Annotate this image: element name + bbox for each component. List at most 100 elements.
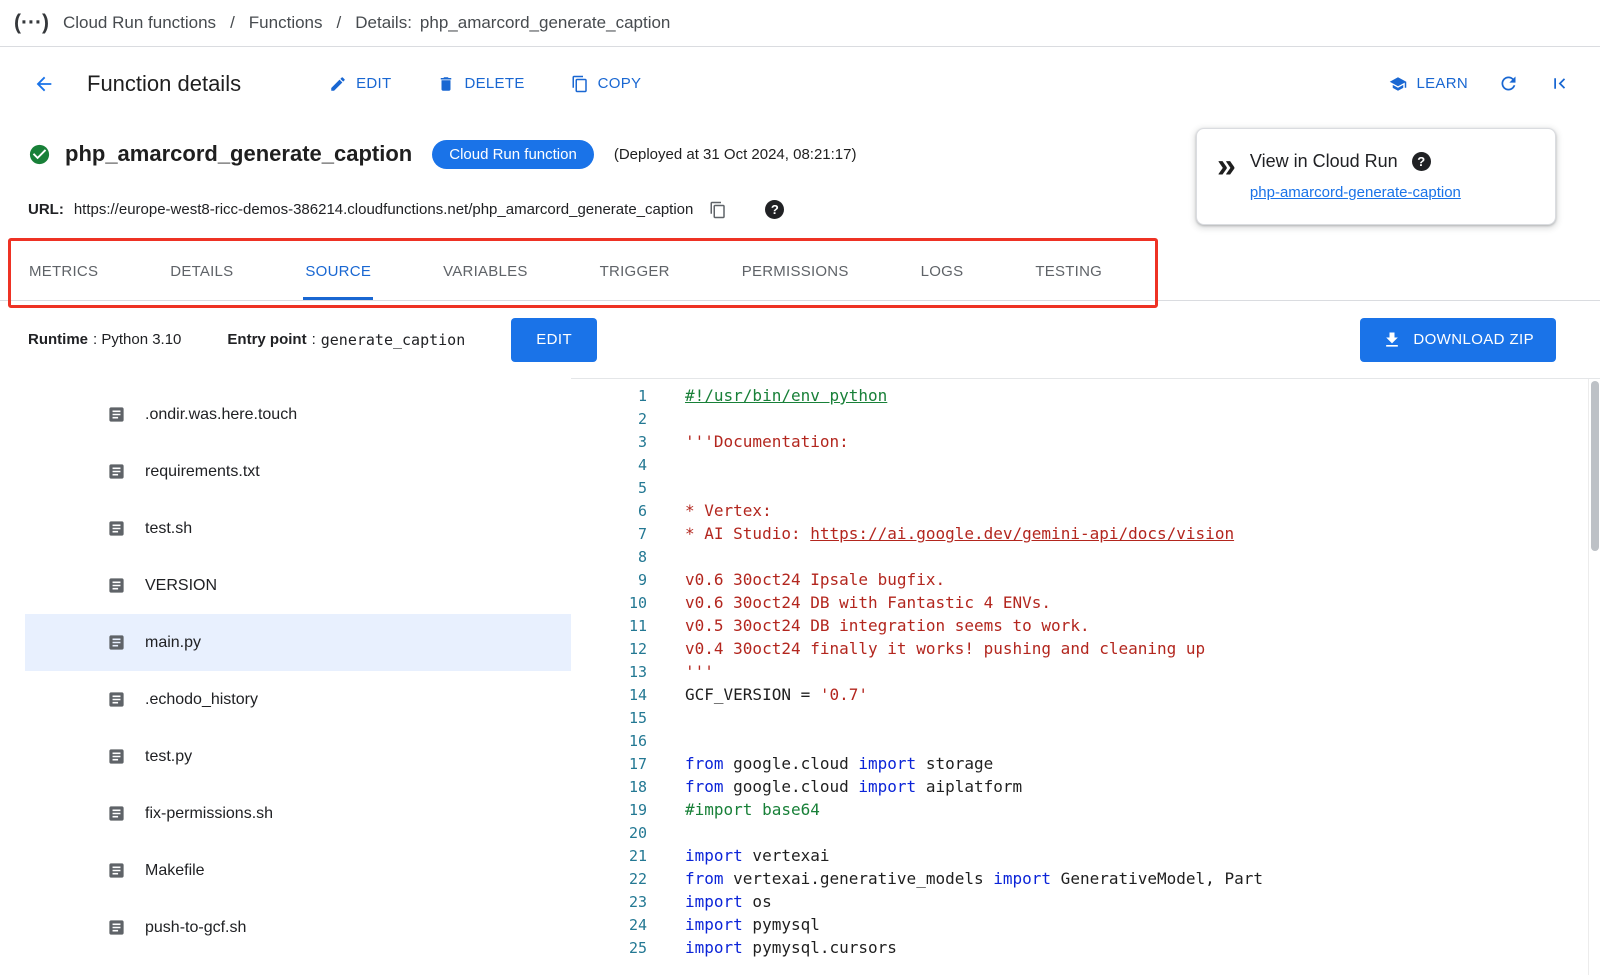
cloud-run-card-body: View in Cloud Run ? php-amarcord-generat… (1250, 151, 1461, 202)
line-number: 25 (571, 939, 647, 957)
code-line: 19#import base64 (571, 798, 1600, 821)
cloud-run-help-icon[interactable]: ? (1412, 152, 1431, 171)
code-text: import vertexai (685, 846, 830, 865)
line-number: 21 (571, 847, 647, 865)
tab-source[interactable]: SOURCE (303, 245, 373, 300)
breadcrumb-function-name: php_amarcord_generate_caption (420, 13, 670, 33)
tab-bar: METRICS DETAILS SOURCE VARIABLES TRIGGER PERM… (0, 245, 1600, 301)
line-number: 15 (571, 709, 647, 727)
code-line: 21 import vertexai (571, 844, 1600, 867)
cloud-functions-logo-icon: (···) (14, 11, 49, 35)
tab-logs[interactable]: LOGS (919, 245, 966, 300)
tab-details[interactable]: DETAILS (168, 245, 235, 300)
deployed-timestamp: (Deployed at 31 Oct 2024, 08:21:17) (614, 146, 857, 163)
line-number: 12 (571, 640, 647, 658)
code-line: 4 (571, 453, 1600, 476)
status-ok-icon (28, 143, 51, 166)
line-number: 23 (571, 893, 647, 911)
top-bar: (···) Cloud Run functions / Functions / … (0, 0, 1600, 47)
code-text: import pymysql (685, 915, 820, 934)
download-zip-button[interactable]: DOWNLOAD ZIP (1360, 318, 1556, 362)
edit-source-button[interactable]: EDIT (511, 318, 597, 362)
editor-scrollbar[interactable] (1588, 379, 1600, 975)
trash-icon (437, 75, 455, 93)
code-line: 18 from google.cloud import aiplatform (571, 775, 1600, 798)
url-help-icon[interactable]: ? (765, 200, 784, 219)
code-text: v0.5 30oct24 DB integration seems to wor… (685, 616, 1090, 635)
code-line: 10v0.6 30oct24 DB with Fantastic 4 ENVs. (571, 591, 1600, 614)
runtime-label: Runtime (28, 331, 88, 348)
code-text: from google.cloud import storage (685, 754, 993, 773)
tab-trigger[interactable]: TRIGGER (598, 245, 672, 300)
breadcrumb: Cloud Run functions / Functions / Detail… (63, 13, 670, 33)
breadcrumb-details-label: Details: (355, 13, 412, 33)
code-line: 17from google.cloud import storage (571, 752, 1600, 775)
learn-button[interactable]: LEARN (1389, 75, 1468, 93)
code-text: v0.4 30oct24 finally it works! pushing a… (685, 639, 1205, 658)
cloud-run-service-link[interactable]: php-amarcord-generate-caption (1250, 184, 1461, 201)
refresh-button[interactable] (1498, 73, 1519, 94)
code-text: '''Documentation: (685, 432, 849, 451)
code-line: 12 v0.4 30oct24 finally it works! pushing… (571, 637, 1600, 660)
breadcrumb-functions[interactable]: Functions (249, 13, 323, 33)
file-document-icon (107, 804, 126, 823)
code-editor[interactable]: 1#!/usr/bin/env python23'''Documentation… (571, 378, 1600, 975)
edit-button[interactable]: EDIT (329, 75, 391, 93)
file-item-requirements.txt[interactable]: requirements.txt (25, 443, 571, 500)
copy-button[interactable]: COPY (571, 75, 642, 93)
code-text: #!/usr/bin/env python (685, 386, 887, 405)
tab-testing[interactable]: TESTING (1033, 245, 1104, 300)
code-line: 24import pymysql (571, 913, 1600, 936)
file-item-test.py[interactable]: test.py (25, 728, 571, 785)
function-header: php_amarcord_generate_caption Cloud Run … (0, 120, 1600, 245)
source-toolbar: Runtime : Python 3.10 Entry point : gene… (0, 301, 1600, 378)
file-name: test.py (145, 748, 192, 766)
back-button[interactable] (33, 73, 55, 95)
code-line: 16 (571, 729, 1600, 752)
file-name: .echodo_history (145, 691, 258, 709)
file-item-main.py[interactable]: main.py (25, 614, 571, 671)
header-actions: EDIT DELETE COPY (329, 75, 641, 93)
code-text: * Vertex: (685, 501, 772, 520)
file-document-icon (107, 405, 126, 424)
arrow-back-icon (33, 73, 55, 95)
entry-point-info: Entry point : generate_caption (227, 331, 465, 349)
tab-metrics[interactable]: METRICS (27, 245, 100, 300)
file-item-.echodo_history[interactable]: .echodo_history (25, 671, 571, 728)
file-name: .ondir.was.here.touch (145, 406, 297, 424)
copy-url-button[interactable] (709, 201, 727, 219)
scrollbar-thumb[interactable] (1591, 381, 1599, 551)
code-lines: 1#!/usr/bin/env python23'''Documentation… (571, 384, 1600, 959)
line-number: 7 (571, 525, 647, 543)
line-number: 18 (571, 778, 647, 796)
file-name: VERSION (145, 577, 217, 595)
code-text: v0.6 30oct24 DB with Fantastic 4 ENVs. (685, 593, 1051, 612)
code-text: from google.cloud import aiplatform (685, 777, 1022, 796)
file-item-.ondir.was.here.touch[interactable]: .ondir.was.here.touch (25, 386, 571, 443)
file-item-test.sh[interactable]: test.sh (25, 500, 571, 557)
entry-point-label: Entry point (227, 331, 306, 348)
file-item-VERSION[interactable]: VERSION (25, 557, 571, 614)
collapse-panel-button[interactable] (1549, 73, 1570, 94)
file-name: fix-permissions.sh (145, 805, 273, 823)
tab-variables[interactable]: VARIABLES (441, 245, 530, 300)
delete-button[interactable]: DELETE (437, 75, 524, 93)
line-number: 2 (571, 410, 647, 428)
function-type-badge: Cloud Run function (432, 140, 594, 169)
download-zip-label: DOWNLOAD ZIP (1413, 331, 1534, 348)
file-item-fix-permissions.sh[interactable]: fix-permissions.sh (25, 785, 571, 842)
function-url: https://europe-west8-ricc-demos-386214.c… (74, 201, 694, 218)
file-name: requirements.txt (145, 463, 260, 481)
tab-permissions[interactable]: PERMISSIONS (740, 245, 851, 300)
file-list: .ondir.was.here.touch requirements.txt tes… (0, 378, 571, 975)
file-item-Makefile[interactable]: Makefile (25, 842, 571, 899)
line-number: 22 (571, 870, 647, 888)
runtime-info: Runtime : Python 3.10 (28, 331, 181, 348)
file-document-icon (107, 918, 126, 937)
line-number: 13 (571, 663, 647, 681)
edit-button-label: EDIT (356, 75, 391, 92)
file-document-icon (107, 861, 126, 880)
file-item-push-to-gcf.sh[interactable]: push-to-gcf.sh (25, 899, 571, 956)
breadcrumb-app[interactable]: Cloud Run functions (63, 13, 216, 33)
file-document-icon (107, 519, 126, 538)
